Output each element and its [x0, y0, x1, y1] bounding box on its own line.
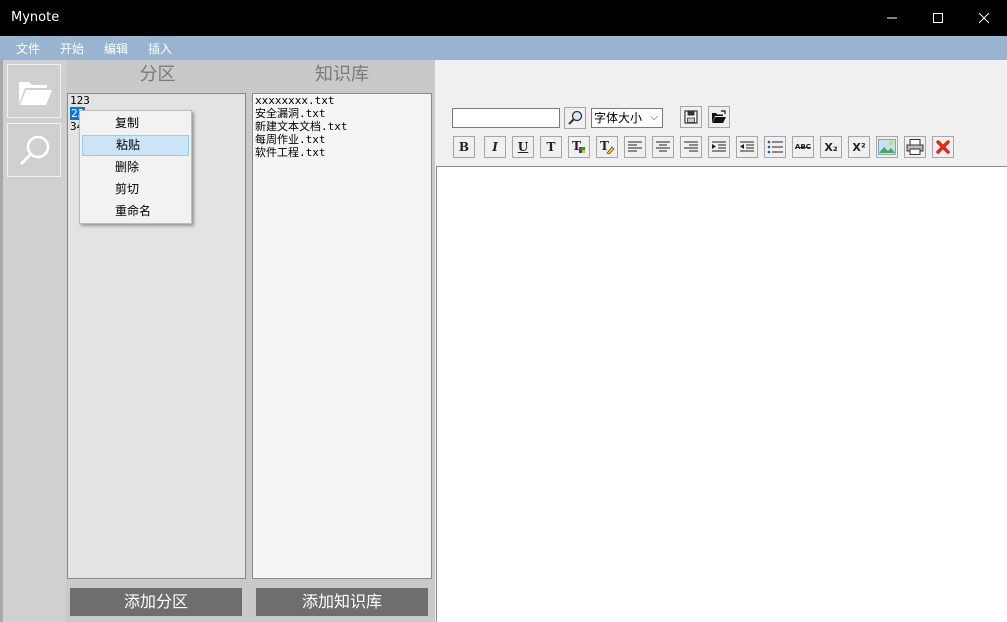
menu-file[interactable]: 文件 — [16, 40, 40, 57]
search-side-button[interactable] — [7, 123, 61, 177]
insert-image-button[interactable] — [876, 136, 898, 158]
delete-icon — [936, 140, 950, 154]
highlight-button[interactable]: T — [596, 136, 618, 158]
ctx-paste[interactable]: 粘贴 — [82, 135, 189, 156]
bullet-list-icon — [767, 140, 783, 154]
list-item[interactable]: 安全漏洞.txt — [253, 107, 431, 120]
rich-text-editor[interactable] — [436, 166, 1007, 622]
align-center-icon — [656, 141, 670, 152]
outdent-icon — [740, 141, 754, 152]
font-color-icon: T — [572, 139, 585, 153]
knowledge-header: 知识库 — [249, 60, 435, 90]
list-item[interactable]: 每周作业.txt — [253, 133, 431, 146]
left-sidebar — [0, 60, 66, 622]
title-bar: Mynote — [0, 0, 1007, 36]
align-left-button[interactable] — [624, 136, 646, 158]
list-item[interactable]: 123 — [68, 94, 245, 107]
save-icon — [684, 110, 698, 124]
superscript-button[interactable]: X² — [848, 136, 870, 158]
image-icon — [878, 139, 896, 155]
ctx-delete[interactable]: 删除 — [82, 157, 189, 178]
indent-button[interactable] — [708, 136, 730, 158]
subscript-button[interactable]: X₂ — [820, 136, 842, 158]
maximize-icon — [933, 13, 943, 23]
indent-icon — [712, 141, 726, 152]
add-knowledge-button[interactable]: 添加知识库 — [255, 587, 429, 617]
open-file-button[interactable] — [708, 106, 730, 128]
minimize-icon — [887, 17, 897, 19]
align-right-button[interactable] — [680, 136, 702, 158]
minimize-button[interactable] — [869, 0, 915, 36]
open-folder-icon — [712, 110, 726, 123]
printer-icon — [906, 139, 924, 155]
menu-start[interactable]: 开始 — [60, 40, 84, 57]
sections-header: 分区 — [66, 60, 249, 90]
font-button[interactable]: T — [540, 136, 562, 158]
search-input[interactable] — [452, 108, 560, 128]
align-left-icon — [628, 141, 642, 152]
folder-icon — [19, 82, 52, 105]
highlight-icon: T — [600, 139, 615, 155]
underline-button[interactable]: U — [512, 136, 534, 158]
add-section-button[interactable]: 添加分区 — [69, 587, 243, 617]
italic-button[interactable]: I — [484, 136, 506, 158]
font-color-button[interactable]: T — [568, 136, 590, 158]
open-folder-button[interactable] — [7, 64, 61, 118]
list-item[interactable]: 软件工程.txt — [253, 146, 431, 159]
menu-bar: 文件 开始 编辑 插入 — [0, 36, 1007, 60]
maximize-button[interactable] — [915, 0, 961, 36]
ctx-rename[interactable]: 重命名 — [82, 201, 189, 222]
bold-button[interactable]: B — [453, 136, 475, 158]
print-button[interactable] — [904, 136, 926, 158]
search-button[interactable] — [564, 107, 586, 129]
context-menu: 复制 粘贴 删除 剪切 重命名 — [79, 110, 192, 224]
menu-edit[interactable]: 编辑 — [104, 40, 128, 57]
close-button[interactable] — [961, 0, 1007, 36]
search-icon — [19, 135, 50, 166]
outdent-button[interactable] — [736, 136, 758, 158]
align-center-button[interactable] — [652, 136, 674, 158]
ctx-cut[interactable]: 剪切 — [82, 179, 189, 200]
chevron-down-icon: ⌵ — [650, 112, 658, 123]
bullet-list-button[interactable] — [764, 136, 786, 158]
ctx-copy[interactable]: 复制 — [82, 113, 189, 134]
magnifier-icon — [568, 110, 583, 125]
font-size-value: 字体大小 — [594, 111, 643, 125]
list-item[interactable]: xxxxxxxx.txt — [253, 94, 431, 107]
strikethrough-button[interactable]: ABC — [792, 136, 814, 158]
window-title: Mynote — [11, 10, 60, 25]
svg-text:T: T — [600, 139, 609, 153]
menu-insert[interactable]: 插入 — [148, 40, 172, 57]
save-button[interactable] — [680, 106, 702, 128]
align-right-icon — [684, 141, 698, 152]
knowledge-list[interactable]: xxxxxxxx.txt 安全漏洞.txt 新建文本文档.txt 每周作业.tx… — [252, 93, 432, 579]
list-item[interactable]: 新建文本文档.txt — [253, 120, 431, 133]
font-size-select[interactable]: 字体大小 ⌵ — [591, 108, 663, 128]
delete-button[interactable] — [932, 136, 954, 158]
close-icon — [978, 12, 990, 24]
